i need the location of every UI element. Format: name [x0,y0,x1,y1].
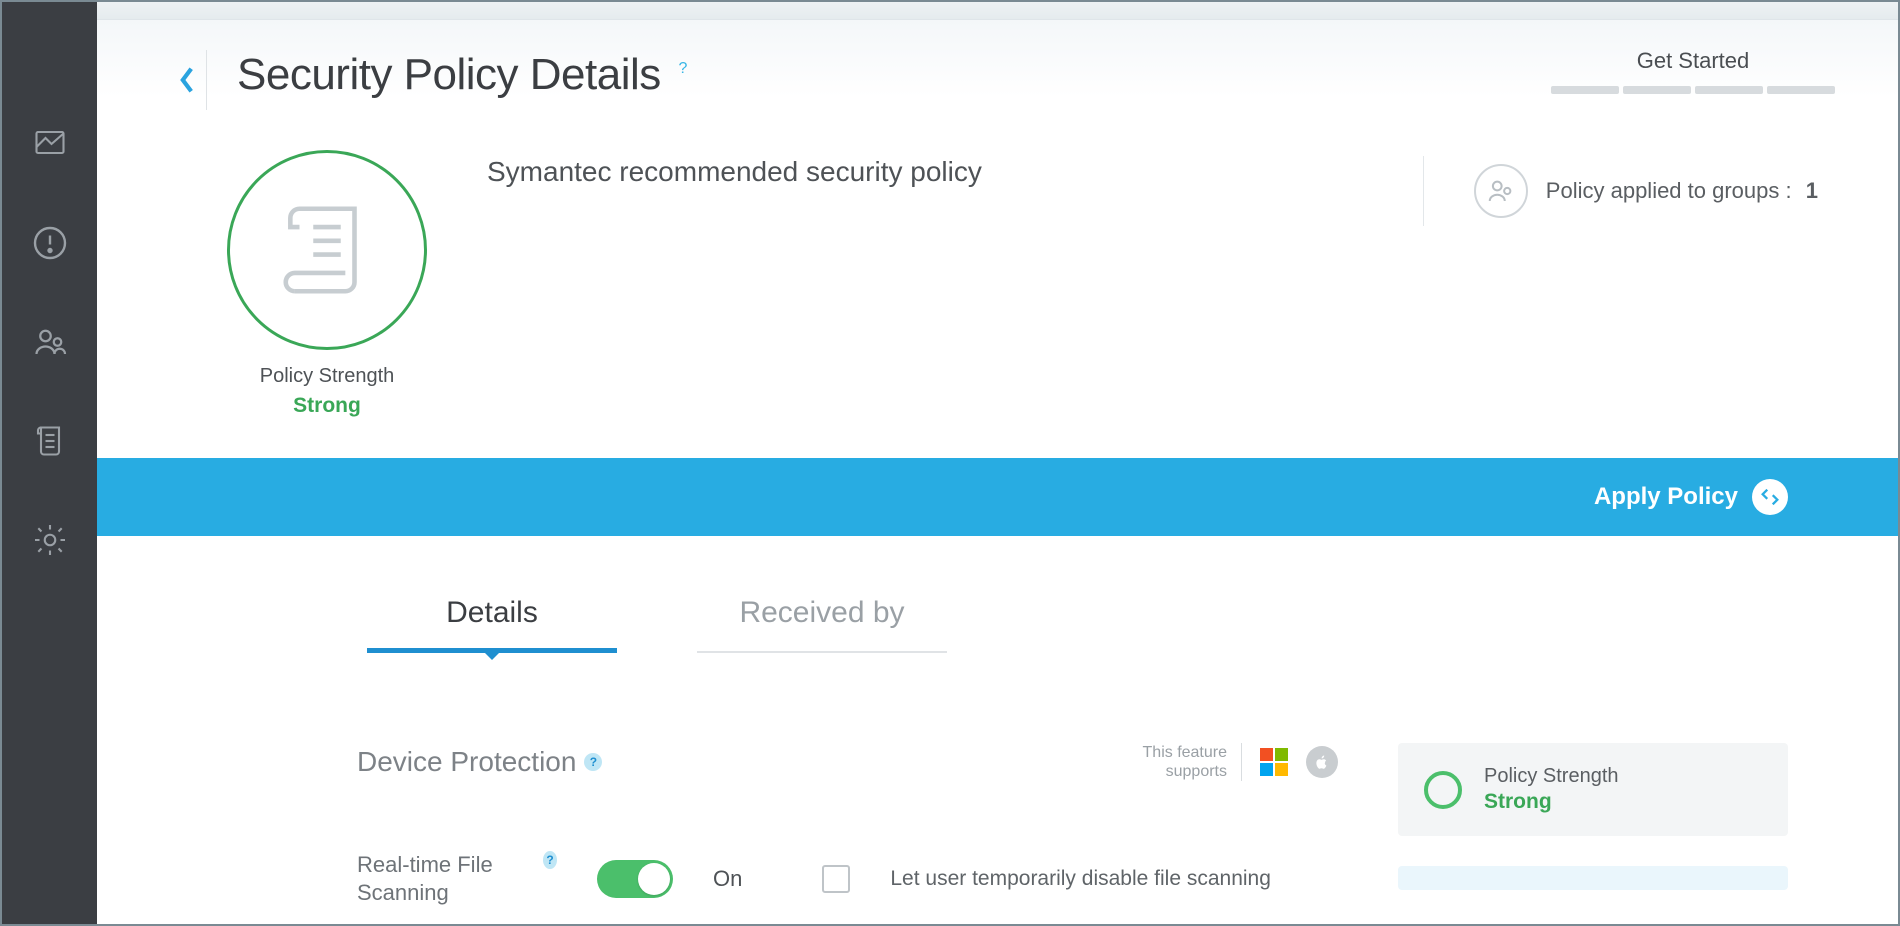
document-scroll-icon [272,195,382,305]
policy-summary: Policy Strength Strong Symantec recommen… [97,130,1898,458]
back-button[interactable] [167,50,207,110]
progress-track [1543,86,1843,94]
apply-policy-label: Apply Policy [1594,483,1738,511]
get-started-panel[interactable]: Get Started [1543,48,1843,94]
page-title-text: Security Policy Details [237,50,661,99]
section-title: Device Protection ? [357,746,602,778]
disable-scanning-checkbox[interactable] [822,865,850,893]
sidebar-item-alerts[interactable] [28,221,72,265]
sidebar-item-groups[interactable] [28,320,72,364]
setting-label-text: Real-time File Scanning [357,851,537,906]
progress-segment [1695,86,1763,94]
secondary-info-card [1398,866,1788,890]
apply-bar: Apply Policy [97,458,1898,536]
details-left-column: Device Protection ? This feature support… [357,743,1338,906]
alert-icon [32,225,68,261]
strength-value: Strong [227,394,427,418]
tab-details[interactable]: Details [367,596,617,653]
chevron-left-icon [178,66,196,94]
progress-segment [1623,86,1691,94]
page-header: Security Policy Details ? Get Started [97,20,1898,130]
swap-arrows-icon [1759,486,1781,508]
groups-icon [32,324,68,360]
gear-icon [32,522,68,558]
strength-card-value: Strong [1484,790,1619,814]
strength-medallion: Policy Strength Strong [227,150,427,418]
tab-received-by[interactable]: Received by [697,596,947,653]
top-bar [97,2,1898,20]
help-icon[interactable]: ? [584,753,602,771]
disable-scanning-label: Let user temporarily disable file scanni… [890,867,1271,891]
toggle-state-label: On [713,866,742,892]
strength-ring-icon [1424,771,1462,809]
help-icon[interactable]: ? [679,60,687,77]
medallion-circle [227,150,427,350]
setting-label: Real-time File Scanning ? [357,851,557,906]
page-title: Security Policy Details ? [237,50,687,100]
realtime-scanning-toggle[interactable] [597,860,673,898]
details-right-panel: Policy Strength Strong [1398,743,1788,890]
tabs: Details Received by [97,536,1898,653]
strength-card: Policy Strength Strong [1398,743,1788,836]
applied-groups-count: 1 [1806,178,1818,203]
progress-segment [1551,86,1619,94]
windows-icon [1258,746,1290,778]
toggle-knob [638,863,670,895]
supports-text: This feature supports [1143,743,1242,781]
section-header: Device Protection ? This feature support… [357,743,1338,781]
get-started-label: Get Started [1543,48,1843,74]
policy-scroll-icon [32,423,68,459]
sidebar-item-policies[interactable] [28,419,72,463]
help-icon[interactable]: ? [543,851,557,869]
sidebar [2,2,97,924]
section-title-text: Device Protection [357,746,576,778]
feature-supports: This feature supports [1143,743,1338,781]
apply-policy-button[interactable]: Apply Policy [1594,479,1788,515]
app-window: Security Policy Details ? Get Started [0,0,1900,926]
main-content: Security Policy Details ? Get Started [97,2,1898,924]
details-body: Device Protection ? This feature support… [97,653,1898,906]
applied-groups-text: Policy applied to groups : 1 [1546,178,1818,204]
dashboard-icon [32,126,68,162]
progress-segment [1767,86,1835,94]
applied-groups-label: Policy applied to groups : [1546,178,1792,203]
strength-label: Policy Strength [227,365,427,388]
supports-line2: supports [1143,762,1227,781]
groups-icon [1486,176,1516,206]
supports-line1: This feature [1143,743,1227,762]
setting-row-realtime-scanning: Real-time File Scanning ? On Let user te… [357,851,1338,906]
groups-icon-circle [1474,164,1528,218]
sidebar-item-settings[interactable] [28,518,72,562]
apply-icon [1752,479,1788,515]
apple-icon [1306,746,1338,778]
applied-groups[interactable]: Policy applied to groups : 1 [1423,156,1828,226]
policy-name: Symantec recommended security policy [487,150,1363,188]
strength-card-label: Policy Strength [1484,765,1619,788]
sidebar-item-dashboard[interactable] [28,122,72,166]
